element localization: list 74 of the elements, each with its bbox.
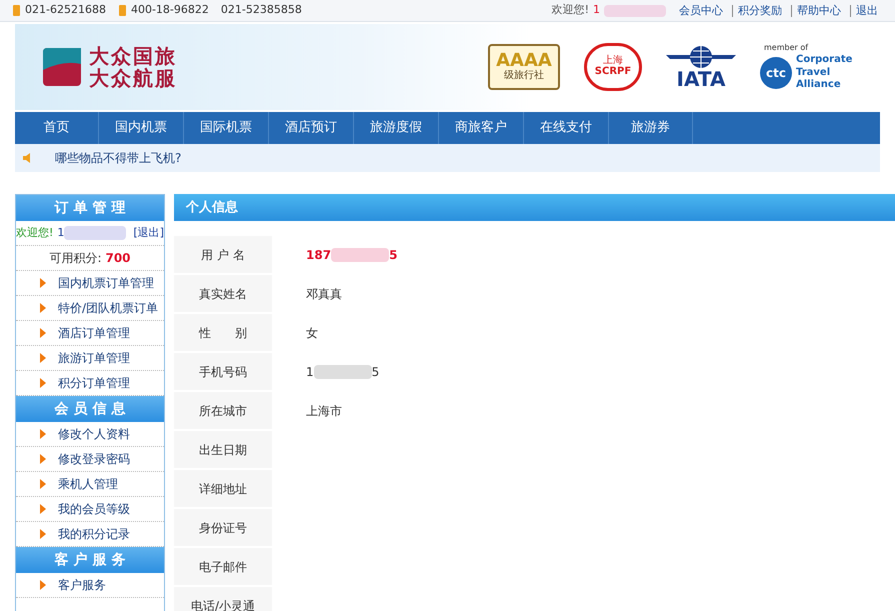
sidebar-header: 客 户 服 务	[16, 547, 164, 573]
triangle-bullet-icon	[40, 504, 46, 514]
seal-text: SCRPF	[594, 66, 632, 78]
phone-number: 400-18-96822	[130, 2, 209, 18]
triangle-bullet-icon	[40, 454, 46, 464]
section-header: 个人信息	[174, 194, 895, 221]
redaction-blur	[331, 248, 390, 262]
notice-link[interactable]: 哪些物品不得带上飞机?	[55, 149, 182, 167]
field-value: 187	[306, 246, 332, 264]
sidebar-link[interactable]: 修改个人资料	[58, 425, 130, 443]
triangle-bullet-icon	[40, 278, 46, 288]
logo-text: Corporate Travel Alliance	[796, 54, 854, 92]
badge-title: AAAA	[496, 52, 552, 70]
header-link[interactable]: 会员中心	[674, 4, 728, 16]
field-value: 邓真真	[306, 286, 342, 302]
field-value: 女	[306, 324, 318, 342]
field-value: 1	[306, 364, 314, 380]
triangle-bullet-icon	[40, 378, 46, 388]
field-value: 上海市	[306, 402, 342, 420]
redaction-blur	[314, 364, 372, 378]
phone-number: 021-52385858	[220, 2, 302, 18]
seal-top-text: 上海	[603, 56, 623, 66]
sidebar-link[interactable]: 我的会员等级	[58, 500, 130, 518]
header-link[interactable]: 帮助中心	[791, 4, 846, 16]
logo-caption: member of	[764, 42, 810, 54]
redaction-blur	[64, 226, 126, 240]
sidebar-link[interactable]: 特价/团队机票订单	[58, 299, 158, 317]
header-link[interactable]: 退出	[850, 4, 883, 16]
points-label: 可用积分:	[49, 250, 102, 267]
points-value: 700	[105, 250, 131, 267]
field-label: 性 别	[174, 314, 272, 351]
sidebar-link[interactable]: 酒店订单管理	[58, 324, 130, 342]
triangle-bullet-icon	[40, 328, 46, 338]
redaction-blur	[604, 4, 666, 16]
sidebar-link[interactable]: 乘机人管理	[58, 475, 118, 493]
field-label: 用 户 名	[174, 236, 272, 273]
field-label: 真实姓名	[174, 275, 272, 312]
field-label: 电子邮件	[174, 548, 272, 585]
username-text: 1	[593, 2, 600, 18]
triangle-bullet-icon	[40, 580, 46, 590]
logo-mark: ctc	[760, 57, 792, 89]
globe-wings-icon	[666, 45, 736, 69]
sidebar-header: 会 员 信 息	[16, 396, 164, 422]
welcome-text: 欢迎您!	[552, 2, 589, 18]
logout-link[interactable]: [退出]	[133, 224, 164, 242]
sidebar-link[interactable]: 国内机票订单管理	[58, 274, 154, 292]
triangle-bullet-icon	[40, 353, 46, 363]
triangle-bullet-icon	[40, 529, 46, 539]
sidebar-link[interactable]: 积分订单管理	[58, 374, 130, 392]
sidebar-link[interactable]: 旅游订单管理	[58, 349, 130, 367]
sidebar-link[interactable]: 客户服务	[58, 576, 106, 594]
phone-number: 021-62521688	[25, 2, 106, 18]
company-logo-icon	[43, 48, 81, 86]
field-value: 5	[372, 364, 380, 380]
field-label: 电话/小灵通	[174, 587, 272, 611]
sidebar-header: 订 单 管 理	[16, 195, 164, 221]
sidebar-link[interactable]: 修改登录密码	[58, 450, 130, 468]
logo-text: IATA	[676, 69, 726, 89]
sidebar-link[interactable]: 我的积分记录	[58, 525, 130, 543]
welcome-text: 欢迎您!	[16, 224, 54, 241]
triangle-bullet-icon	[40, 303, 46, 313]
field-label: 手机号码	[174, 353, 272, 390]
triangle-bullet-icon	[40, 479, 46, 489]
logo-text: 大众国旅	[89, 45, 177, 67]
field-label: 所在城市	[174, 392, 272, 429]
field-label: 身份证号	[174, 509, 272, 546]
field-label: 出生日期	[174, 431, 272, 468]
username-text: 1	[57, 224, 64, 241]
field-value: 5	[389, 246, 398, 264]
logo-text: 大众航服	[89, 67, 177, 89]
triangle-bullet-icon	[40, 429, 46, 439]
field-label: 详细地址	[174, 470, 272, 507]
badge-subtitle: 级旅行社	[504, 70, 544, 82]
header-link[interactable]: 积分奖励	[732, 4, 787, 16]
